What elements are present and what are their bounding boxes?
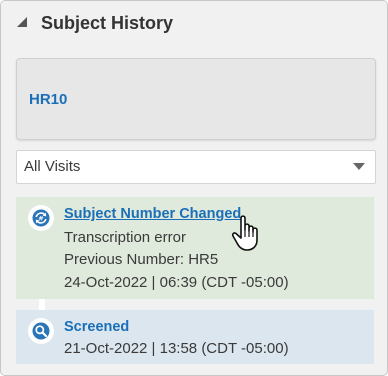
visit-filter-select[interactable]: All Visits [16, 150, 376, 184]
event-previous-number: Previous Number: HR5 [64, 251, 219, 268]
number-change-icon: # [28, 205, 54, 231]
collapse-triangle-icon[interactable] [15, 15, 29, 29]
hand-pointer-cursor-icon [231, 215, 258, 251]
visit-filter-value: All Visits [24, 158, 81, 175]
event-timestamp: 21-Oct-2022 | 13:58 (CDT -05:00) [64, 340, 289, 357]
timeline-event-screened: Screened 21-Oct-2022 | 13:58 (CDT -05:00… [16, 310, 374, 364]
subject-card[interactable]: HR10 [16, 58, 376, 140]
timeline-event-number-changed: # Subject Number Changed Transcription e… [16, 197, 374, 299]
subject-history-panel: Subject History HR10 All Visits # Subjec… [0, 0, 388, 376]
event-title-link[interactable]: Subject Number Changed [64, 206, 241, 222]
panel-header[interactable]: Subject History [1, 1, 387, 45]
svg-text:#: # [38, 214, 43, 222]
event-reason: Transcription error [64, 229, 186, 246]
subject-id-link[interactable]: HR10 [29, 91, 67, 108]
event-title-link[interactable]: Screened [64, 319, 129, 335]
screened-search-icon [28, 318, 54, 344]
chevron-down-icon [353, 163, 365, 170]
event-timestamp: 24-Oct-2022 | 06:39 (CDT -05:00) [64, 274, 289, 291]
panel-title: Subject History [41, 13, 174, 33]
